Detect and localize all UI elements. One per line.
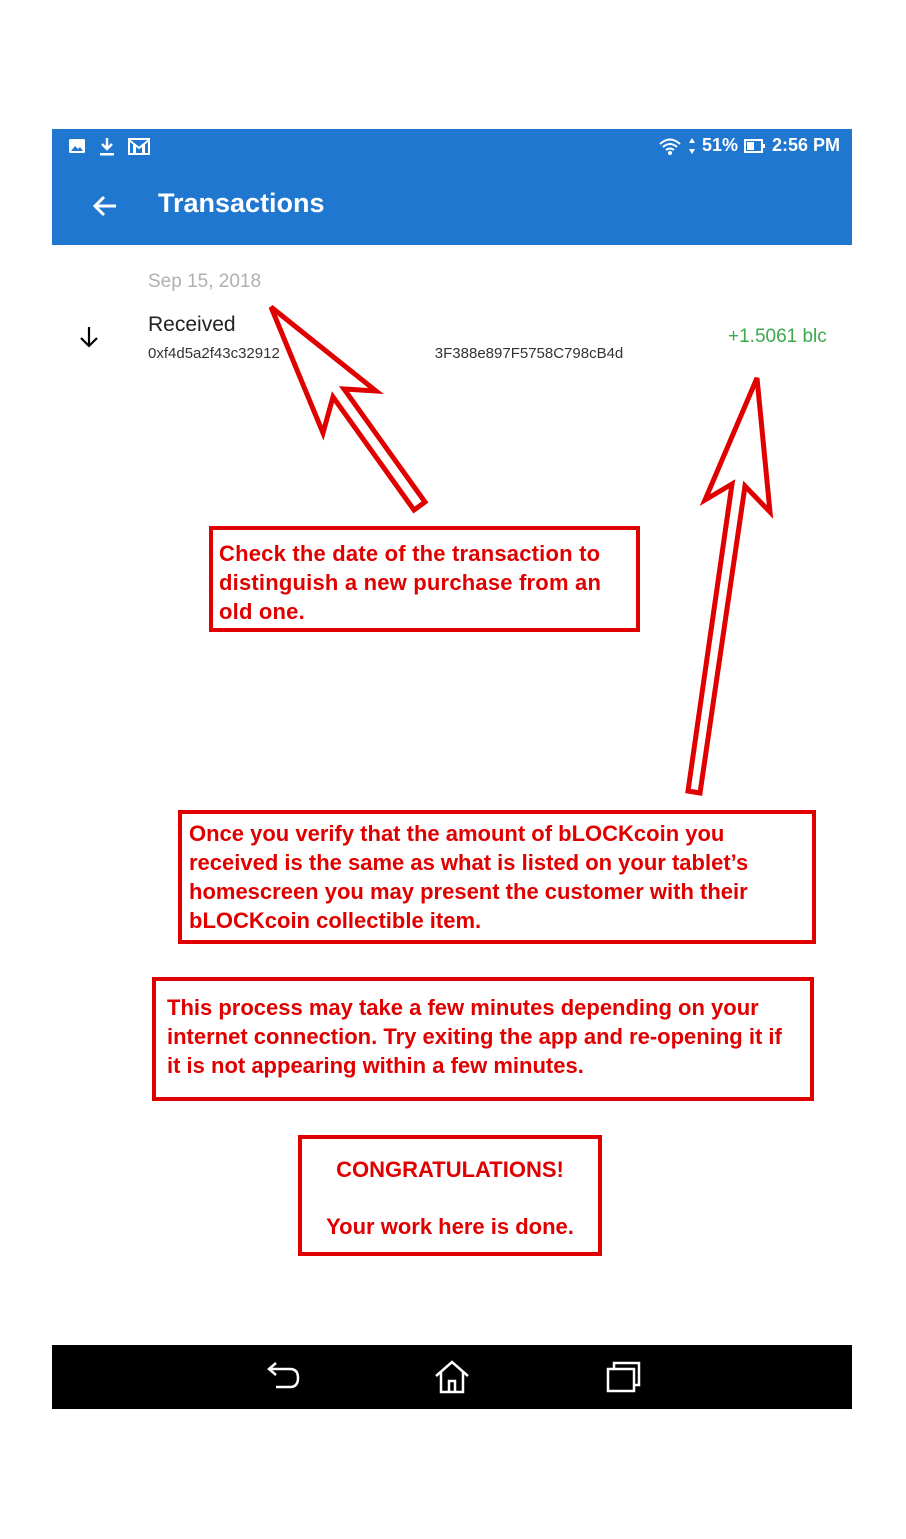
data-arrows-icon: [688, 137, 695, 154]
status-left-icons: [68, 137, 150, 157]
congrats-message: Your work here is done.: [326, 1214, 574, 1239]
transaction-amount: +1.5061 blc: [728, 326, 827, 347]
arrow-to-date: [268, 305, 429, 514]
transaction-type[interactable]: Received: [148, 313, 236, 337]
congrats-title: CONGRATULATIONS!: [336, 1157, 564, 1182]
received-arrow-icon: [80, 327, 98, 348]
address-end: 3F388e897F5758C798cB4d: [434, 345, 624, 362]
battery-percent: 51%: [701, 135, 738, 155]
page-title: Transactions: [158, 188, 325, 218]
download-icon: [100, 138, 114, 156]
image-icon: [69, 139, 85, 153]
back-arrow-icon[interactable]: [88, 189, 122, 223]
clock: 2:56 PM: [771, 135, 840, 155]
recent-apps-icon[interactable]: [604, 1359, 644, 1395]
arrow-to-amount: [685, 377, 774, 796]
address-start: 0xf4d5a2f43c32912: [148, 345, 280, 362]
status-right: 51% 2:56 PM: [658, 135, 840, 156]
transaction-address: 0xf4d5a2f43c32912 3F388e897F5758C798cB4d: [148, 345, 623, 362]
annotation-date-note: Check the date of the transaction to dis…: [209, 526, 640, 632]
wifi-icon: [659, 138, 681, 155]
annotation-congrats-note: CONGRATULATIONS! Your work here is done.: [298, 1135, 602, 1256]
battery-icon: [743, 138, 765, 153]
navigation-bar: [52, 1345, 852, 1409]
app-bar: 51% 2:56 PM Transactions: [52, 129, 852, 245]
home-nav-icon[interactable]: [432, 1359, 472, 1395]
annotation-amount-note: Once you verify that the amount of bLOCK…: [178, 810, 816, 944]
back-nav-icon[interactable]: [264, 1359, 304, 1395]
annotation-process-note: This process may take a few minutes depe…: [152, 977, 814, 1101]
gmail-icon: [128, 138, 150, 155]
transaction-date: Sep 15, 2018: [148, 271, 262, 292]
